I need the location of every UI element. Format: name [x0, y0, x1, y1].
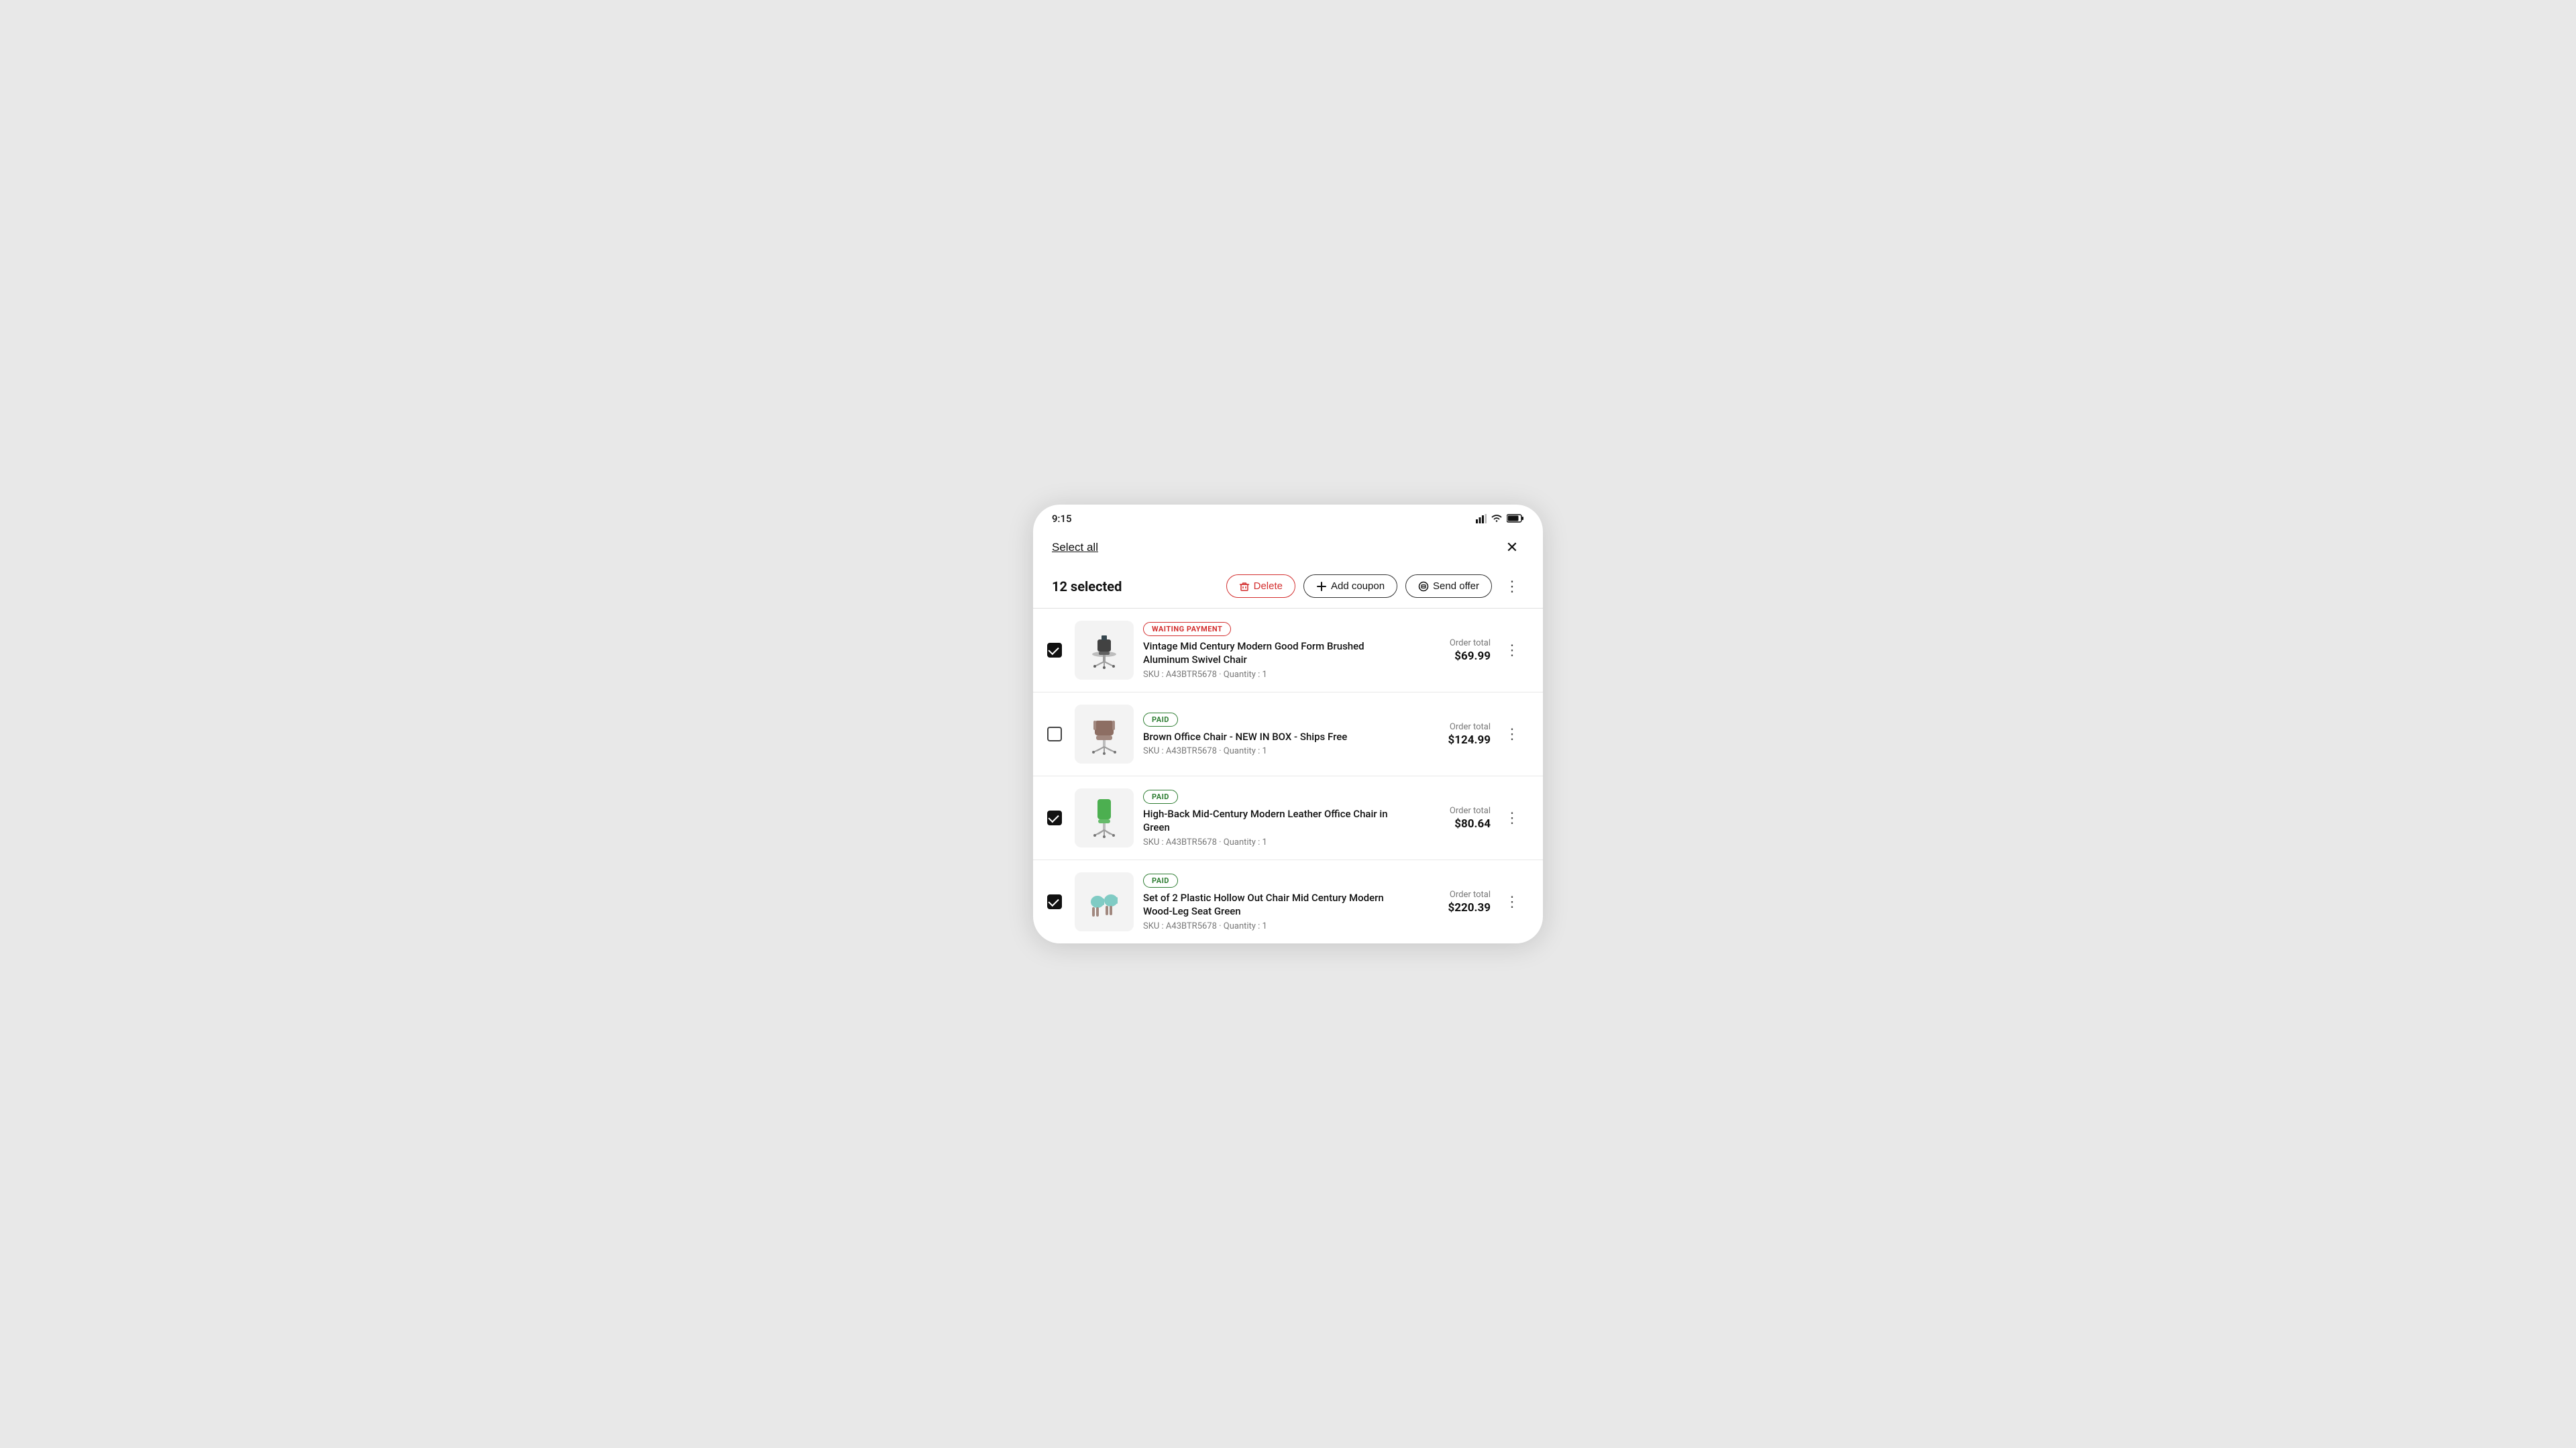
product-meta-1: SKU : A43BTR5678 · Quantity : 1 [1143, 670, 1407, 680]
checkbox-wrap-3[interactable] [1044, 807, 1065, 829]
wifi-icon [1491, 514, 1503, 523]
product-info-4: PAID Set of 2 Plastic Hollow Out Chair M… [1143, 873, 1407, 931]
top-bar: Select all ✕ [1033, 530, 1543, 568]
swivel-chair-img [1080, 626, 1128, 674]
product-image-2 [1075, 705, 1134, 764]
order-total-3: Order total $80.64 [1417, 806, 1491, 831]
plastic-chairs-img [1080, 878, 1128, 926]
product-name-3: High-Back Mid-Century Modern Leather Off… [1143, 807, 1407, 835]
product-info-3: PAID High-Back Mid-Century Modern Leathe… [1143, 789, 1407, 847]
order-total-2: Order total $124.99 [1417, 722, 1491, 747]
device-frame: 9:15 Select all ✕ [1033, 505, 1543, 944]
product-image-4 [1075, 872, 1134, 931]
close-button[interactable]: ✕ [1500, 535, 1524, 560]
green-chair-img [1080, 794, 1128, 842]
product-meta-2: SKU : A43BTR5678 · Quantity : 1 [1143, 746, 1407, 756]
product-name-2: Brown Office Chair - NEW IN BOX - Ships … [1143, 730, 1407, 743]
status-icons [1476, 514, 1524, 523]
battery-icon [1507, 514, 1524, 523]
delete-button[interactable]: Delete [1226, 574, 1295, 598]
product-info-1: WAITING PAYMENT Vintage Mid Century Mode… [1143, 621, 1407, 680]
add-coupon-button[interactable]: Add coupon [1303, 574, 1397, 598]
table-row: PAID High-Back Mid-Century Modern Leathe… [1033, 776, 1543, 860]
checkbox-4[interactable] [1047, 894, 1062, 909]
product-info-2: PAID Brown Office Chair - NEW IN BOX - S… [1143, 712, 1407, 756]
send-offer-label: Send offer [1433, 580, 1479, 592]
signal-icon [1476, 514, 1487, 523]
add-coupon-label: Add coupon [1331, 580, 1385, 592]
status-time: 9:15 [1052, 513, 1072, 525]
checkbox-wrap-2[interactable] [1044, 723, 1065, 745]
table-row: PAID Set of 2 Plastic Hollow Out Chair M… [1033, 860, 1543, 943]
checkbox-wrap-4[interactable] [1044, 891, 1065, 913]
offer-icon [1418, 581, 1429, 592]
order-total-4: Order total $220.39 [1417, 890, 1491, 915]
item-more-button-1[interactable]: ⋮ [1500, 638, 1524, 662]
product-image-3 [1075, 788, 1134, 847]
order-total-1: Order total $69.99 [1417, 638, 1491, 663]
table-row: PAID Brown Office Chair - NEW IN BOX - S… [1033, 692, 1543, 776]
brown-chair-img [1080, 710, 1128, 758]
delete-icon [1239, 581, 1250, 592]
product-meta-3: SKU : A43BTR5678 · Quantity : 1 [1143, 837, 1407, 847]
status-badge-3: PAID [1143, 790, 1178, 804]
send-offer-button[interactable]: Send offer [1405, 574, 1492, 598]
actions-bar: 12 selected Delete Add coupon [1033, 568, 1543, 608]
status-bar: 9:15 [1033, 505, 1543, 530]
product-meta-4: SKU : A43BTR5678 · Quantity : 1 [1143, 921, 1407, 931]
order-list: WAITING PAYMENT Vintage Mid Century Mode… [1033, 609, 1543, 943]
status-badge-2: PAID [1143, 713, 1178, 727]
product-name-4: Set of 2 Plastic Hollow Out Chair Mid Ce… [1143, 891, 1407, 919]
item-more-button-3[interactable]: ⋮ [1500, 806, 1524, 830]
plus-icon [1316, 581, 1327, 592]
checkbox-wrap-1[interactable] [1044, 639, 1065, 661]
product-image-1 [1075, 621, 1134, 680]
table-row: WAITING PAYMENT Vintage Mid Century Mode… [1033, 609, 1543, 692]
status-badge-4: PAID [1143, 874, 1178, 888]
checkbox-3[interactable] [1047, 811, 1062, 825]
more-actions-button[interactable]: ⋮ [1500, 574, 1524, 599]
checkbox-2[interactable] [1047, 727, 1062, 741]
checkbox-1[interactable] [1047, 643, 1062, 658]
product-name-1: Vintage Mid Century Modern Good Form Bru… [1143, 639, 1407, 667]
delete-label: Delete [1254, 580, 1283, 592]
status-badge-1: WAITING PAYMENT [1143, 622, 1231, 636]
selected-count: 12 selected [1052, 578, 1213, 594]
item-more-button-4[interactable]: ⋮ [1500, 890, 1524, 914]
select-all-button[interactable]: Select all [1052, 541, 1098, 554]
item-more-button-2[interactable]: ⋮ [1500, 722, 1524, 746]
